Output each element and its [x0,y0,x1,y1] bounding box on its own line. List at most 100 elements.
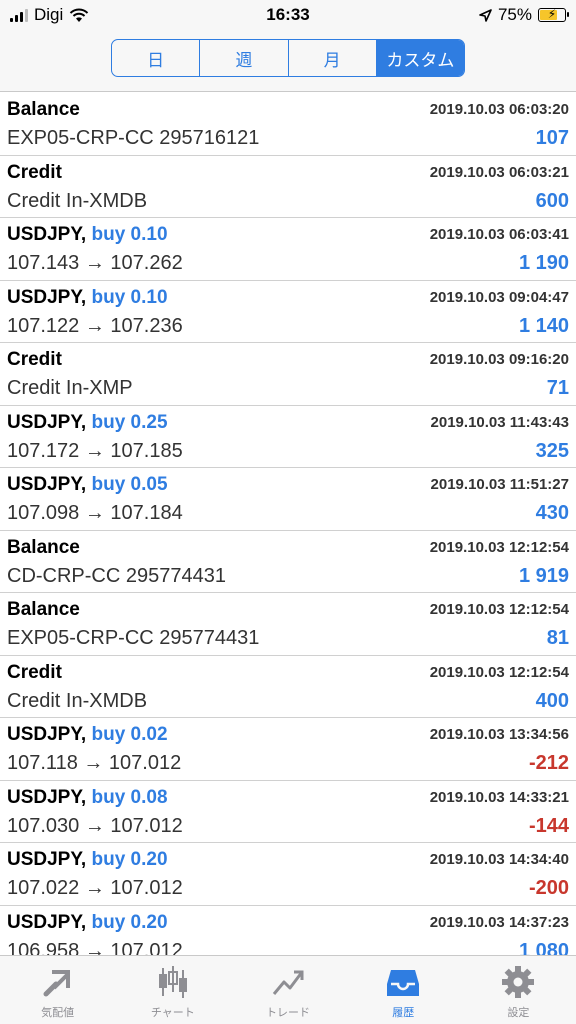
location-arrow-icon [479,8,492,22]
row-title: Balance [7,537,80,559]
row-description: 107.118 → 107.012 [7,752,182,774]
row-title: USDJPY, buy 0.05 [7,474,168,496]
row-symbol: Balance [7,599,80,620]
row-timestamp: 2019.10.03 12:12:54 [429,601,569,618]
row-description: 106.958 → 107.012 [7,939,183,956]
row-symbol: USDJPY, [7,411,87,433]
segment-week[interactable]: 週 [200,40,289,76]
row-timestamp: 2019.10.03 06:03:20 [429,101,569,118]
row-title: USDJPY, buy 0.10 [7,224,168,246]
row-profit: 400 [535,689,569,712]
history-row[interactable]: USDJPY, buy 0.02 2019.10.03 13:34:56 107.1… [0,718,576,781]
status-right: 75% ⚡ [479,5,569,25]
tab-chart[interactable]: チャート [115,956,230,1024]
row-symbol: USDJPY, [7,474,87,495]
row-title: Balance [7,599,80,621]
row-profit: -212 [528,752,569,774]
row-profit: 1 190 [518,252,569,274]
row-timestamp: 2019.10.03 09:16:20 [429,351,569,368]
history-row[interactable]: Credit 2019.10.03 09:16:20 Credit In-XMP 71 [0,343,576,406]
row-title: USDJPY, buy 0.08 [7,787,168,809]
history-row[interactable]: USDJPY, buy 0.25 2019.10.03 11:43:43 107.1… [0,406,576,468]
row-timestamp: 2019.10.03 11:43:43 [430,413,569,431]
history-row[interactable]: Balance 2019.10.03 12:12:54 EXP05-CRP-CC 2… [0,593,576,656]
row-description: 107.030 → 107.012 [7,814,183,837]
history-inbox-icon [387,970,420,996]
row-side-volume: buy 0.25 [91,411,168,433]
status-bar: Digi 16:33 75% ⚡ [0,0,576,30]
row-symbol: USDJPY, [7,224,87,245]
row-title: Credit [7,349,62,371]
row-timestamp: 2019.10.03 11:51:27 [430,476,569,493]
history-list: Balance 2019.10.03 06:03:20 EXP05-CRP-CC 2… [0,93,576,955]
tab-settings-label: 設定 [507,1007,530,1019]
row-description: 107.098 → 107.184 [7,502,183,524]
row-side-volume: buy 0.20 [91,911,168,933]
row-side-volume: buy 0.08 [91,786,168,808]
row-timestamp: 2019.10.03 12:12:54 [429,538,569,556]
row-side-volume: buy 0.10 [91,224,168,245]
charging-bolt-icon: ⚡ [547,7,557,21]
row-title: Balance [7,99,80,121]
tab-trade[interactable]: トレード [230,956,345,1024]
row-timestamp: 2019.10.03 14:37:23 [429,913,569,931]
tab-quotes[interactable]: 気配値 [0,956,115,1024]
row-description: 107.122 → 107.236 [7,314,183,337]
row-timestamp: 2019.10.03 06:03:21 [429,163,569,181]
period-segmented-control: 日 週 月 カスタム [111,39,465,77]
row-description: Credit In-XMDB [7,689,148,712]
segment-custom[interactable]: カスタム [376,40,464,76]
history-row[interactable]: USDJPY, buy 0.10 2019.10.03 06:03:41 107.1… [0,218,576,281]
history-row[interactable]: Balance 2019.10.03 12:12:54 CD-CRP-CC 2957… [0,531,576,593]
row-timestamp: 2019.10.03 13:34:56 [429,726,569,743]
row-description: 107.172 → 107.185 [7,439,183,462]
candlestick-chart-icon [158,966,187,998]
row-title: USDJPY, buy 0.20 [7,912,168,934]
history-row[interactable]: USDJPY, buy 0.20 2019.10.03 14:34:40 107.0… [0,843,576,906]
segment-day[interactable]: 日 [112,40,201,76]
row-title: USDJPY, buy 0.25 [7,412,168,434]
row-side-volume: buy 0.10 [91,286,168,308]
row-description: EXP05-CRP-CC 295716121 [7,127,260,149]
row-profit: 600 [535,189,569,212]
tab-settings[interactable]: 設定 [461,956,576,1024]
row-symbol: Balance [7,536,80,558]
history-row[interactable]: Credit 2019.10.03 06:03:21 Credit In-XMDB 6… [0,156,576,218]
row-profit: 107 [535,127,569,149]
row-symbol: USDJPY, [7,286,87,308]
row-symbol: Credit [7,161,62,183]
quotes-arrows-icon [43,970,70,997]
history-row[interactable]: USDJPY, buy 0.08 2019.10.03 14:33:21 107.0… [0,781,576,843]
settings-gear-icon [502,966,535,998]
row-description: EXP05-CRP-CC 295774431 [7,627,260,649]
tab-trade-label: トレード [266,1007,310,1019]
row-profit: 81 [546,627,569,649]
history-row[interactable]: Balance 2019.10.03 06:03:20 EXP05-CRP-CC 2… [0,93,576,156]
tab-history[interactable]: 履歴 [346,956,461,1024]
battery-icon: ⚡ [538,7,569,22]
history-row[interactable]: USDJPY, buy 0.20 2019.10.03 14:37:23 106.9… [0,906,576,956]
row-title: Credit [7,662,62,684]
row-profit: 325 [535,439,569,462]
row-symbol: USDJPY, [7,911,87,933]
history-row[interactable]: USDJPY, buy 0.05 2019.10.03 11:51:27 107.0… [0,468,576,531]
row-symbol: Credit [7,661,62,683]
row-timestamp: 2019.10.03 14:34:40 [429,851,569,868]
row-title: USDJPY, buy 0.20 [7,849,168,871]
row-profit: 1 080 [518,939,569,956]
row-profit: 1 919 [518,564,569,587]
history-row[interactable]: USDJPY, buy 0.10 2019.10.03 09:04:47 107.1… [0,281,576,343]
row-side-volume: buy 0.02 [91,724,168,745]
trade-trend-icon [272,970,304,995]
row-description: Credit In-XMP [7,377,133,399]
row-symbol: Balance [7,99,80,120]
row-profit: 430 [535,502,569,524]
battery-percent: 75% [497,5,532,24]
row-profit: -144 [528,814,569,837]
history-row[interactable]: Credit 2019.10.03 12:12:54 Credit In-XMDB 4… [0,656,576,718]
row-title: USDJPY, buy 0.02 [7,724,168,746]
row-timestamp: 2019.10.03 14:33:21 [429,788,569,806]
segment-month[interactable]: 月 [289,40,377,76]
row-side-volume: buy 0.05 [91,474,168,495]
row-profit: 1 140 [518,314,569,337]
